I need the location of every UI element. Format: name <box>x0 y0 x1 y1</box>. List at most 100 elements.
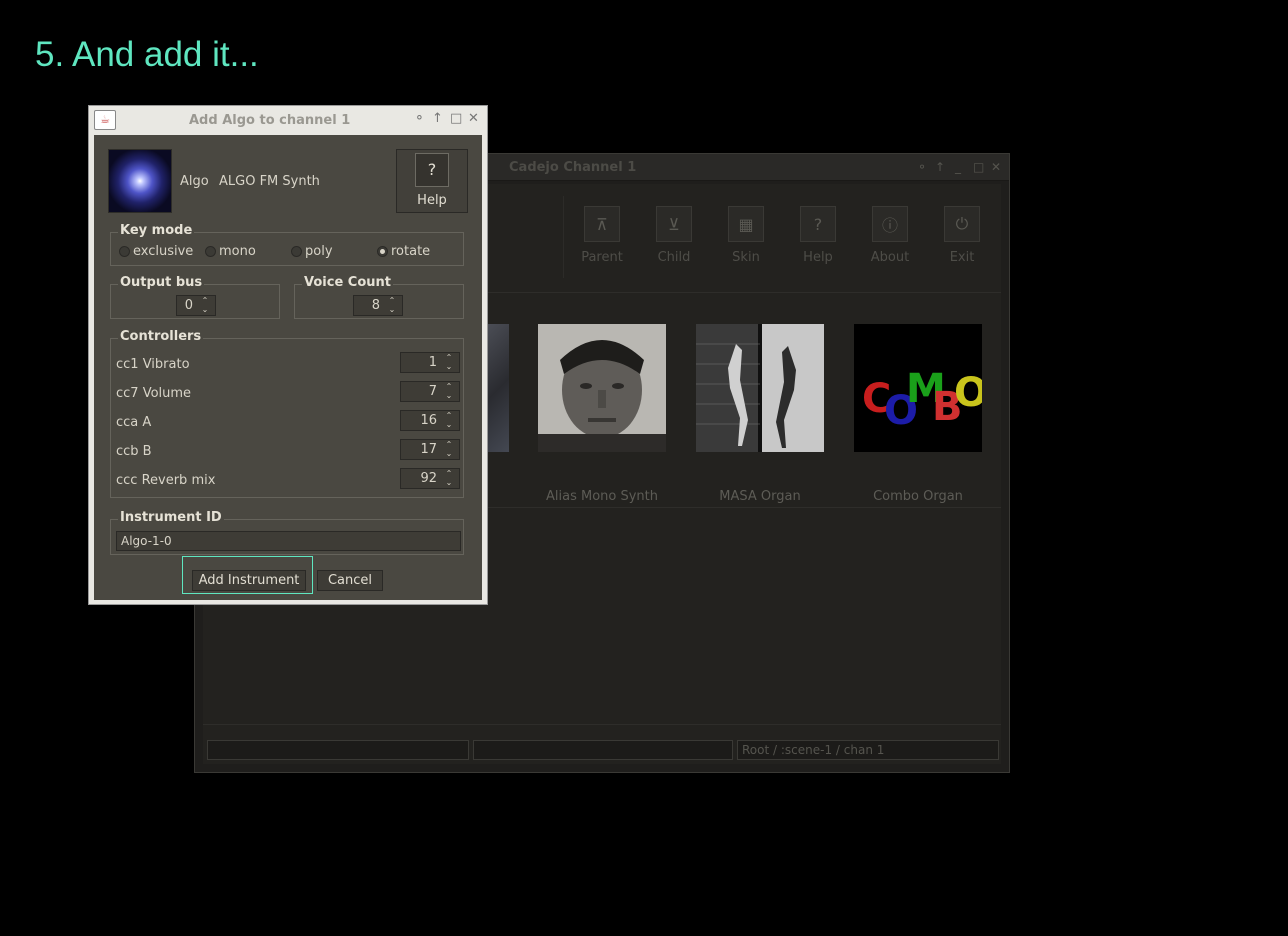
power-icon: ⏻ <box>944 206 980 242</box>
spinner-value: 7 <box>428 384 437 399</box>
instrument-thumb-masa-organ[interactable] <box>696 324 824 452</box>
spinner-value: 17 <box>420 442 437 457</box>
combo-logo-image: C O M B O <box>854 324 982 452</box>
spinner-arrows-icon[interactable]: ⌃ ⌄ <box>442 411 456 429</box>
child-tree-icon: ⊻ <box>656 206 692 242</box>
controller-spinner[interactable]: 16 ⌃ ⌄ <box>400 410 460 431</box>
cancel-button[interactable]: Cancel <box>317 570 383 591</box>
about-button[interactable]: ⓘ About <box>860 206 920 265</box>
spinner-arrows-icon[interactable]: ⌃ ⌄ <box>442 440 456 458</box>
output-bus-label: Output bus <box>118 275 205 290</box>
raise-icon[interactable]: ↑ <box>432 111 443 126</box>
controllers-group: Controllers cc1 Vibrato 1 ⌃ ⌄ cc7 Volume 7… <box>110 329 464 498</box>
algo-logo-icon <box>108 149 172 213</box>
voice-count-spinner[interactable]: 8 ⌃ ⌄ <box>353 295 403 316</box>
radio-rotate[interactable]: rotate <box>377 244 430 259</box>
output-bus-spinner[interactable]: 0 ⌃ ⌄ <box>176 295 216 316</box>
spinner-arrows-icon[interactable]: ⌃ ⌄ <box>442 469 456 487</box>
radio-dot-icon <box>377 246 388 257</box>
close-icon[interactable]: ✕ <box>991 160 1001 174</box>
controller-label: cc1 Vibrato <box>116 357 190 372</box>
help-label: Help <box>417 193 447 208</box>
exit-button[interactable]: ⏻ Exit <box>932 206 992 265</box>
help-label: Help <box>803 250 833 265</box>
instrument-label-alias: Alias Mono Synth <box>545 489 658 504</box>
controller-label: ccc Reverb mix <box>116 473 216 488</box>
output-bus-group: Output bus 0 ⌃ ⌄ <box>110 275 280 319</box>
radio-label: mono <box>219 244 256 259</box>
key-mode-group: Key mode exclusive mono poly rotate <box>110 223 464 266</box>
status-field-2 <box>473 740 733 760</box>
skin-icon: ▦ <box>728 206 764 242</box>
dialog-body: Algo ALGO FM Synth ? Help Key mode exclu… <box>94 135 482 600</box>
controller-spinner[interactable]: 17 ⌃ ⌄ <box>400 439 460 460</box>
child-label: Child <box>657 250 691 265</box>
spinner-arrows-icon[interactable]: ⌃ ⌄ <box>442 382 456 400</box>
help-icon: ? <box>415 153 449 187</box>
radio-poly[interactable]: poly <box>291 244 333 259</box>
spinner-value: 92 <box>420 471 437 486</box>
instrument-id-group: Instrument ID Algo-1-0 <box>110 510 464 555</box>
skin-button[interactable]: ▦ Skin <box>716 206 776 265</box>
minimize-icon[interactable]: _ <box>955 160 961 174</box>
spinner-value: 0 <box>184 298 193 313</box>
caption: 5. And add it... <box>35 35 259 74</box>
raise-icon[interactable]: ↑ <box>935 160 945 174</box>
skin-label: Skin <box>732 250 760 265</box>
exit-label: Exit <box>949 250 975 265</box>
controller-spinner[interactable]: 92 ⌃ ⌄ <box>400 468 460 489</box>
instrument-label-masa: MASA Organ <box>719 489 801 504</box>
instrument-name: Algo <box>180 174 209 189</box>
instrument-description: ALGO FM Synth <box>219 174 320 189</box>
spinner-arrows-icon[interactable]: ⌃ ⌄ <box>442 353 456 371</box>
pin-icon[interactable]: ⚬ <box>917 160 927 174</box>
maximize-icon[interactable]: □ <box>973 160 984 174</box>
spinner-value: 1 <box>428 355 437 370</box>
controller-label: ccb B <box>116 444 152 459</box>
pin-icon[interactable]: ⚬ <box>414 111 425 126</box>
voice-count-group: Voice Count 8 ⌃ ⌄ <box>294 275 464 319</box>
spinner-value: 8 <box>371 298 380 313</box>
dancers-image <box>696 324 824 452</box>
window-title: Cadejo Channel 1 <box>509 160 637 175</box>
radio-label: exclusive <box>133 244 194 259</box>
radio-dot-icon <box>205 246 216 257</box>
close-icon[interactable]: ✕ <box>468 111 479 126</box>
add-button-highlight <box>182 556 313 594</box>
spinner-arrows-icon[interactable]: ⌃ ⌄ <box>385 296 399 314</box>
controller-spinner[interactable]: 7 ⌃ ⌄ <box>400 381 460 402</box>
controller-label: cca A <box>116 415 152 430</box>
info-icon: ⓘ <box>872 206 908 242</box>
svg-text:O: O <box>954 370 982 416</box>
instrument-thumb-alias-mono-synth[interactable] <box>538 324 666 452</box>
add-instrument-dialog: ☕ Add Algo to channel 1 ⚬ ↑ □ ✕ Algo ALG… <box>88 105 488 605</box>
help-icon: ? <box>800 206 836 242</box>
radio-dot-icon <box>291 246 302 257</box>
radio-mono[interactable]: mono <box>205 244 256 259</box>
radio-exclusive[interactable]: exclusive <box>119 244 193 259</box>
radio-dot-icon <box>119 246 130 257</box>
toolbar: ⊼ Parent ⊻ Child ▦ Skin ? Help ⓘ About ⏻… <box>563 196 1003 278</box>
controller-spinner[interactable]: 1 ⌃ ⌄ <box>400 352 460 373</box>
controller-label: cc7 Volume <box>116 386 192 401</box>
dialog-title: Add Algo to channel 1 <box>189 113 351 128</box>
instrument-id-label: Instrument ID <box>118 510 224 525</box>
voice-count-label: Voice Count <box>302 275 393 290</box>
parent-tree-icon: ⊼ <box>584 206 620 242</box>
spinner-arrows-icon[interactable]: ⌃ ⌄ <box>198 296 212 314</box>
help-button[interactable]: ? Help <box>396 149 468 213</box>
radio-label: poly <box>305 244 333 259</box>
java-icon: ☕ <box>94 110 116 130</box>
dialog-titlebar: ☕ Add Algo to channel 1 ⚬ ↑ □ ✕ <box>89 106 487 134</box>
instrument-label-combo: Combo Organ <box>873 489 963 504</box>
maximize-icon[interactable]: □ <box>450 111 462 126</box>
instrument-id-field[interactable]: Algo-1-0 <box>116 531 461 551</box>
parent-button[interactable]: ⊼ Parent <box>572 206 632 265</box>
help-button[interactable]: ? Help <box>788 206 848 265</box>
instrument-thumb-combo-organ[interactable]: C O M B O <box>854 324 982 452</box>
key-mode-label: Key mode <box>118 223 195 238</box>
about-label: About <box>870 250 910 265</box>
controllers-label: Controllers <box>118 329 204 344</box>
status-path: Root / :scene-1 / chan 1 <box>737 740 999 760</box>
child-button[interactable]: ⊻ Child <box>644 206 704 265</box>
